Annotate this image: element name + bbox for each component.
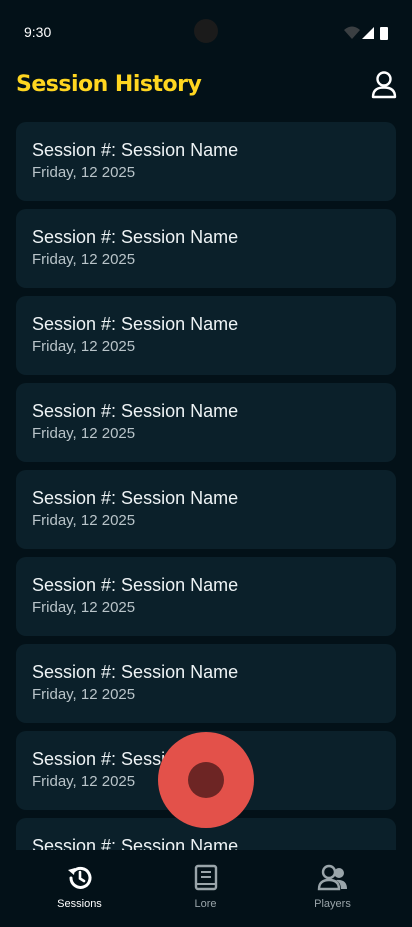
- wifi-icon: [344, 26, 360, 39]
- session-title: Session #: Session Name: [32, 227, 239, 247]
- session-title: Session #: Session Name: [32, 662, 239, 682]
- nav-item-players[interactable]: Players: [264, 850, 401, 927]
- session-date: Friday, 12 2025: [32, 425, 136, 442]
- status-time: 9:30: [24, 24, 52, 40]
- session-date: Friday, 12 2025: [32, 599, 136, 616]
- battery-icon: [380, 27, 388, 40]
- session-card[interactable]: Session #: Session Name Friday, 12 2025: [16, 122, 396, 201]
- status-bar: 9:30: [0, 0, 412, 64]
- nav-label-lore: Lore: [194, 898, 217, 910]
- people-icon: [317, 864, 349, 897]
- session-date: Friday, 12 2025: [32, 686, 136, 703]
- session-title: Session #: Session Name: [32, 401, 239, 421]
- nav-item-lore[interactable]: Lore: [137, 850, 274, 927]
- session-card[interactable]: Session #: Session Name Friday, 12 2025: [16, 209, 396, 288]
- nav-label-sessions: Sessions: [57, 898, 102, 910]
- session-title: Session #: Session Name: [32, 488, 239, 508]
- nav-item-sessions[interactable]: Sessions: [11, 850, 148, 927]
- record-button[interactable]: [158, 732, 254, 828]
- status-icons: [344, 26, 390, 40]
- session-date: Friday, 12 2025: [32, 512, 136, 529]
- session-date: Friday, 12 2025: [32, 338, 136, 355]
- session-title: Session #: Session Name: [32, 140, 239, 160]
- camera-cutout: [194, 19, 218, 43]
- session-card[interactable]: Session #: Session Name Friday, 12 2025: [16, 296, 396, 375]
- session-card[interactable]: Session #: Session Name Friday, 12 2025: [16, 644, 396, 723]
- session-card[interactable]: Session #: Session Name Friday, 12 2025: [16, 470, 396, 549]
- signal-icon: [362, 27, 374, 39]
- profile-button[interactable]: [370, 70, 398, 100]
- book-icon: [194, 864, 218, 897]
- nav-label-players: Players: [314, 898, 351, 910]
- person-icon: [371, 71, 397, 99]
- session-date: Friday, 12 2025: [32, 164, 136, 181]
- bottom-nav: Sessions Lore Players: [0, 850, 412, 927]
- session-date: Friday, 12 2025: [32, 251, 136, 268]
- session-title: Session #: Session Name: [32, 314, 239, 334]
- page-title: Session History: [16, 72, 202, 97]
- history-icon: [66, 864, 94, 897]
- record-icon: [188, 762, 224, 798]
- session-card[interactable]: Session #: Session Name Friday, 12 2025: [16, 383, 396, 462]
- session-card[interactable]: Session #: Session Name Friday, 12 2025: [16, 557, 396, 636]
- session-title: Session #: Session Name: [32, 836, 239, 850]
- session-title: Session #: Session Name: [32, 575, 239, 595]
- app-header: Session History: [0, 64, 412, 112]
